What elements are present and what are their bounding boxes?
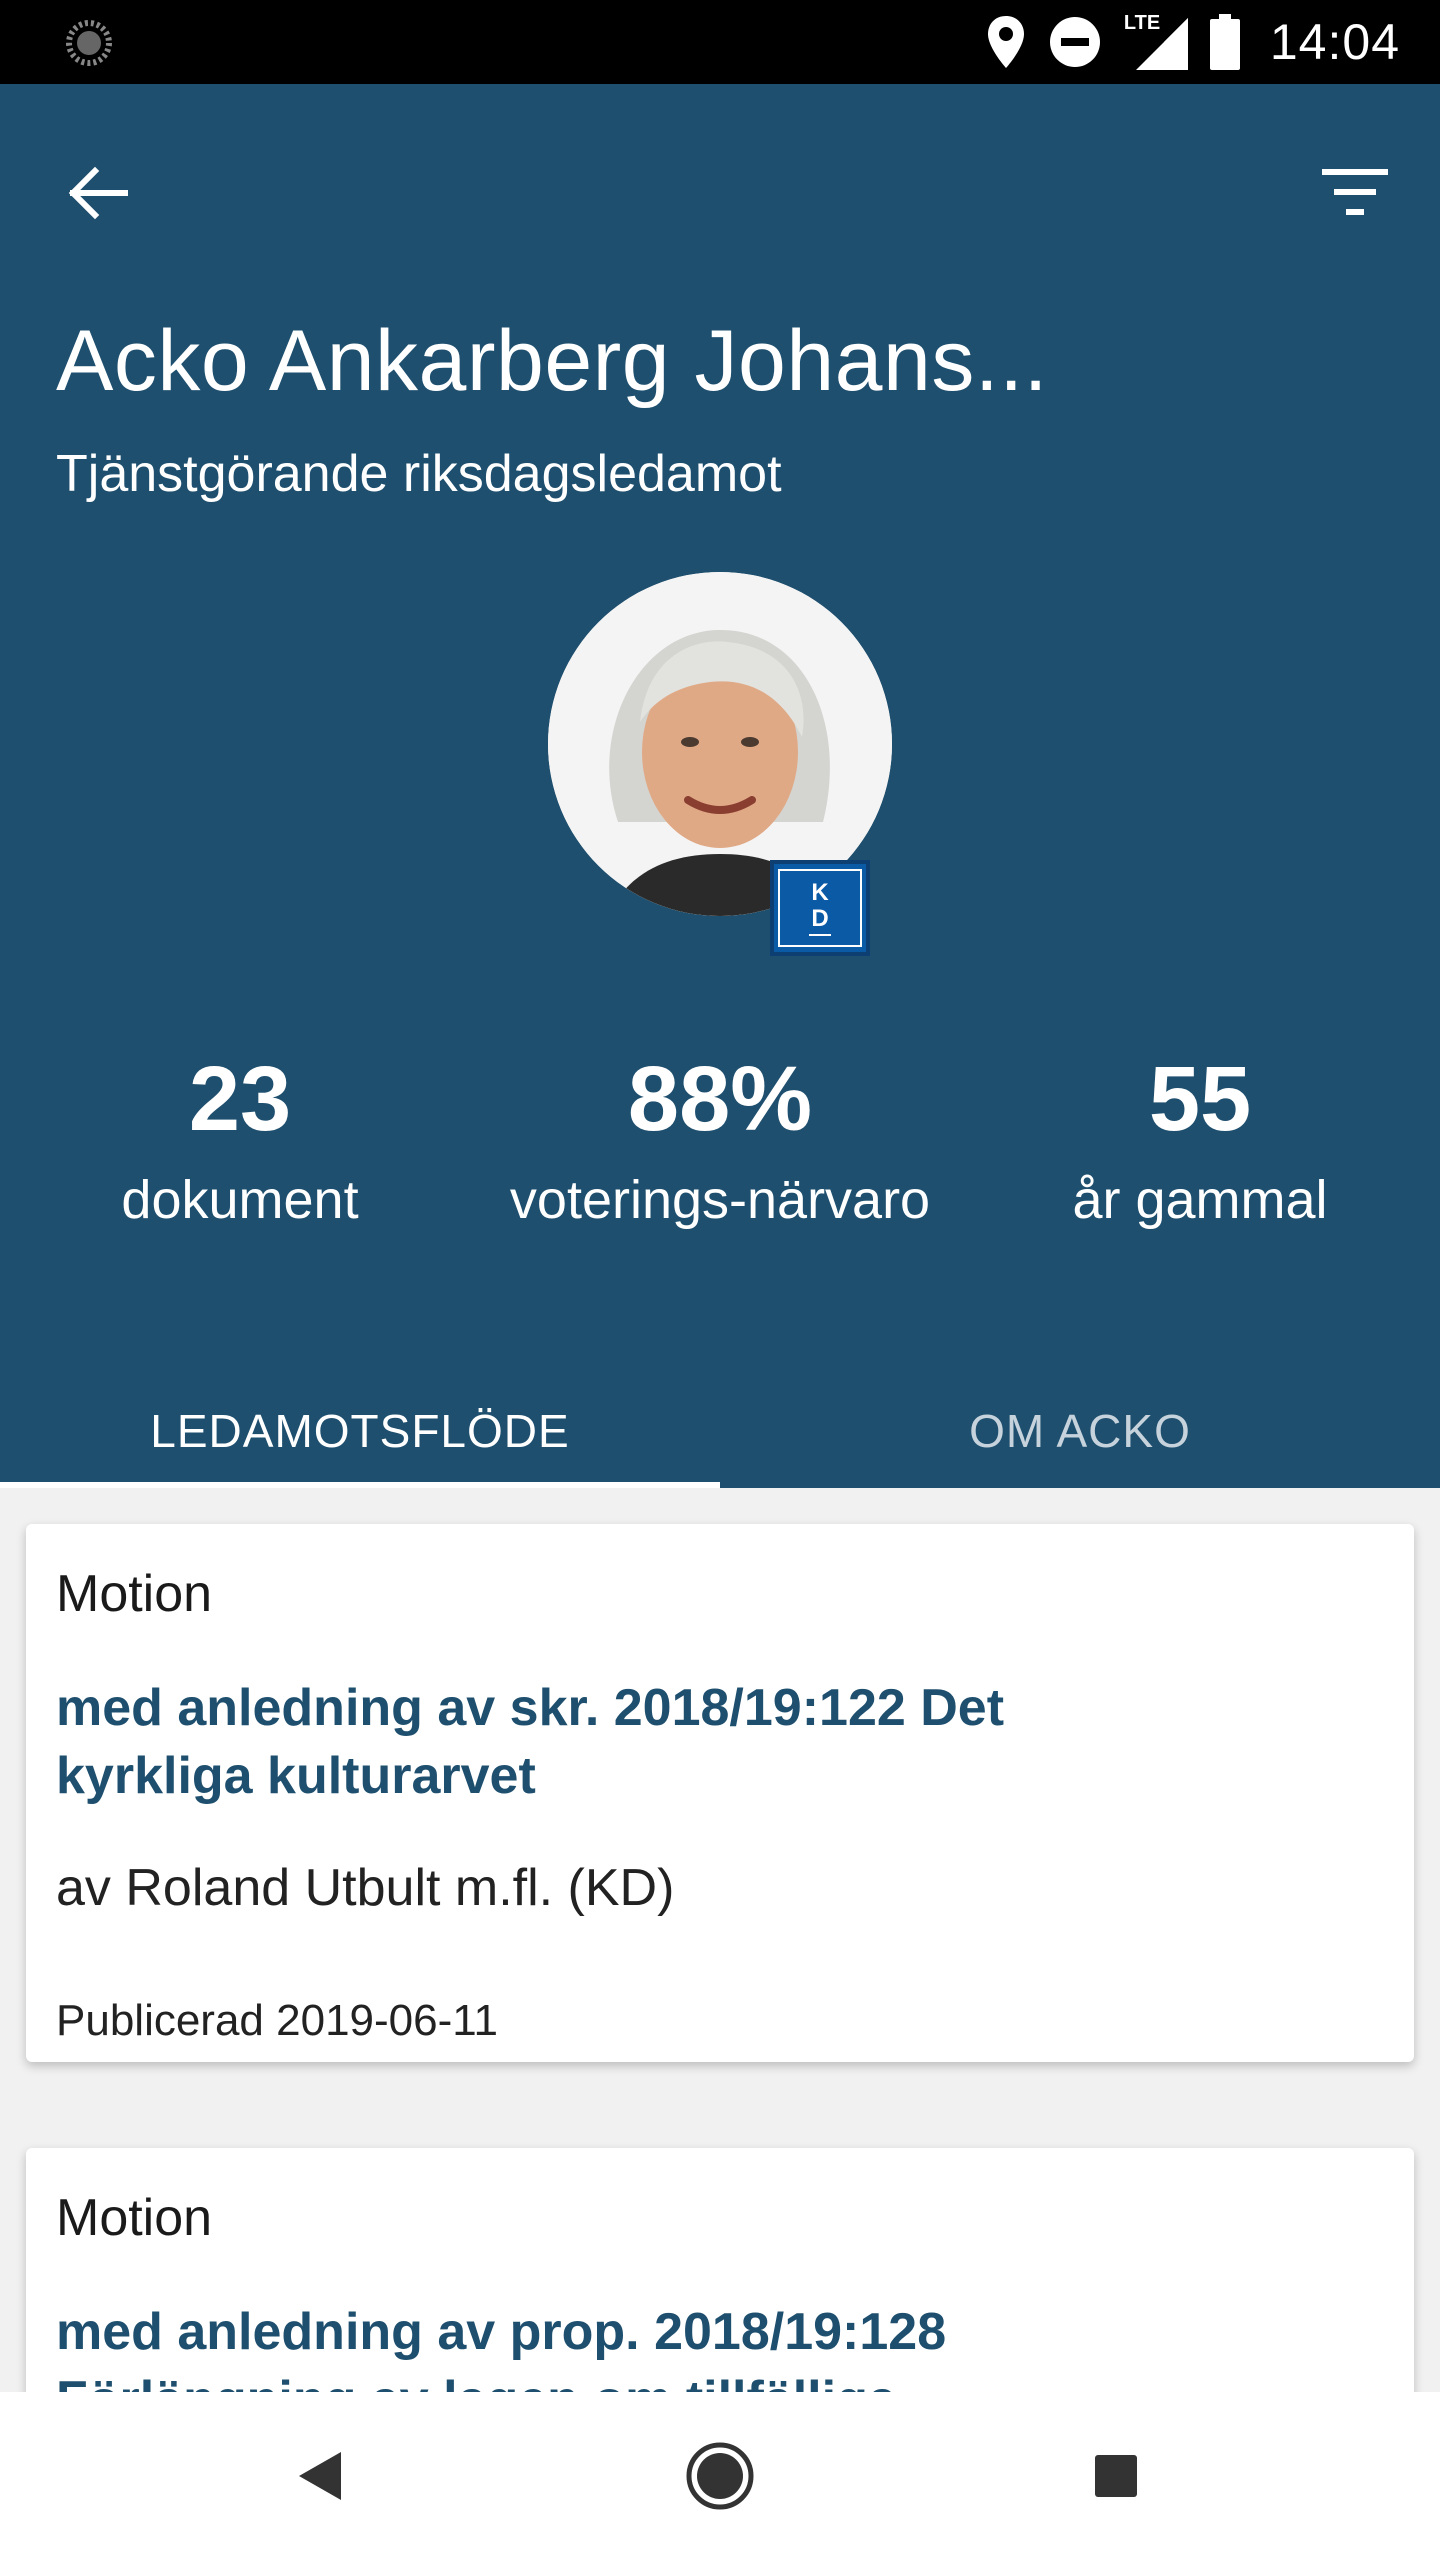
clock: 14:04 [1269,14,1400,70]
feed-card[interactable]: Motion med anledning av skr. 2018/19:122… [26,1524,1414,2062]
stat-value: 23 [188,1048,292,1150]
status-bar: LTE 14:04 [0,0,1440,84]
location-icon [987,16,1024,68]
nav-home-button[interactable] [670,2426,770,2526]
back-triangle-icon [299,2452,341,2500]
stat-value: 88% [627,1048,813,1150]
tab-bar: LEDAMOTSFLÖDE OM ACKO [0,1374,1440,1488]
stat-label: voterings-närvaro [509,1170,931,1230]
party-badge: K D [770,860,870,956]
system-nav-bar [0,2392,1440,2560]
card-author: av Roland Utbult m.fl. (KD) [56,1859,675,1917]
stat-label: dokument [121,1170,359,1230]
filter-icon [1322,169,1388,215]
back-button[interactable] [52,148,142,238]
dnd-icon [1049,17,1100,67]
card-type: Motion [56,1565,213,1623]
stat-voting-attendance: 88% voterings-närvaro [480,1044,960,1240]
filter-button[interactable] [1310,148,1400,238]
status-icons: LTE 14:04 [986,0,1400,84]
arrow-left-icon [68,166,128,220]
signal-icon: LTE [1124,12,1188,70]
stat-age: 55 år gammal [960,1044,1440,1240]
member-stats: 23 dokument 88% voterings-närvaro 55 år … [0,1044,1440,1244]
stat-label: år gammal [1072,1170,1328,1230]
feed-list[interactable]: Motion med anledning av skr. 2018/19:122… [0,1488,1440,2392]
party-badge-letter-2: D [811,905,829,932]
home-circle-icon [686,2442,754,2510]
stat-documents: 23 dokument [0,1044,480,1240]
nav-recents-button[interactable] [1066,2426,1166,2526]
member-name: Acko Ankarberg Johans... [56,313,1049,409]
card-published-date: Publicerad 2019-06-11 [56,1996,498,2045]
card-title[interactable]: med anledning av prop. 2018/19:128 Förlä… [56,2298,1056,2392]
avatar-container: K D [548,572,892,956]
recents-square-icon [1095,2455,1137,2497]
member-role: Tjänstgörande riksdagsledamot [56,445,782,503]
sync-icon [66,20,112,66]
tab-member-feed[interactable]: LEDAMOTSFLÖDE [0,1374,720,1488]
battery-icon [1209,14,1240,70]
stat-value: 55 [1148,1048,1252,1150]
party-badge-letter-1: K [811,879,829,906]
nav-back-button[interactable] [270,2426,370,2526]
feed-card[interactable]: Motion med anledning av prop. 2018/19:12… [26,2148,1414,2392]
member-header: Acko Ankarberg Johans... Tjänstgörande r… [0,84,1440,1488]
card-type: Motion [56,2189,213,2247]
tab-about[interactable]: OM ACKO [720,1374,1440,1488]
card-title[interactable]: med anledning av skr. 2018/19:122 Det ky… [56,1674,1056,1810]
